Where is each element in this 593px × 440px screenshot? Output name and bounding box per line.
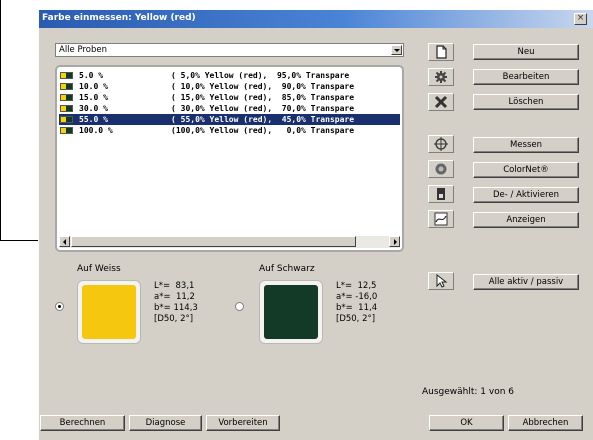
on-white-radio[interactable] bbox=[55, 302, 64, 311]
on-white-lab-values: L*= 83,1 a*= 11,2 b*= 114,3 [D50, 2°] bbox=[154, 281, 198, 324]
sample-swatch bbox=[60, 116, 73, 123]
sample-row[interactable]: 15.0 % ( 15,0% Yellow (red), 85,0% Transp… bbox=[59, 92, 400, 103]
dialog-titlebar: Farbe einmessen: Yellow (red) × bbox=[39, 10, 593, 28]
on-white-swatch bbox=[77, 280, 141, 344]
toggle-icon[interactable] bbox=[428, 185, 454, 203]
scroll-right-button[interactable] bbox=[389, 236, 400, 247]
sample-row[interactable]: 5.0 % ( 5,0% Yellow (red), 95,0% Transpar… bbox=[59, 70, 400, 81]
sample-description: ( 30,0% Yellow (red), 70,0% Transpare bbox=[171, 104, 355, 113]
sample-swatch bbox=[60, 83, 73, 90]
cursor-icon[interactable] bbox=[428, 272, 454, 290]
on-black-radio[interactable] bbox=[235, 302, 244, 311]
sample-swatch bbox=[60, 94, 73, 101]
sample-filter-select[interactable]: Alle Proben bbox=[55, 43, 404, 57]
close-button[interactable]: × bbox=[574, 13, 587, 25]
on-black-color bbox=[264, 285, 318, 339]
prepare-button[interactable]: Vorbereiten bbox=[206, 415, 280, 431]
sample-percent: 15.0 % bbox=[79, 93, 108, 102]
diagnose-button[interactable]: Diagnose bbox=[129, 415, 202, 431]
measure-button[interactable]: Messen bbox=[473, 137, 579, 153]
sample-description: ( 5,0% Yellow (red), 95,0% Transpare bbox=[171, 71, 350, 80]
delete-button[interactable]: Löschen bbox=[473, 94, 579, 110]
curve-chart-icon[interactable] bbox=[428, 210, 454, 228]
selection-status: Ausgewählt: 1 von 6 bbox=[422, 387, 515, 397]
calculate-button[interactable]: Berechnen bbox=[40, 415, 125, 431]
measure-color-dialog: Farbe einmessen: Yellow (red) × Alle Pro… bbox=[38, 10, 593, 440]
on-black-label: Auf Schwarz bbox=[259, 264, 315, 274]
sample-filter-value: Alle Proben bbox=[59, 45, 107, 55]
colornet-button[interactable]: ColorNet® bbox=[473, 162, 579, 178]
background-border-line bbox=[0, 0, 1, 240]
show-button[interactable]: Anzeigen bbox=[473, 212, 579, 228]
on-white-label: Auf Weiss bbox=[77, 264, 121, 274]
sample-description: (100,0% Yellow (red), 0,0% Transpare bbox=[171, 126, 355, 135]
sample-percent: 55.0 % bbox=[79, 115, 108, 124]
sample-percent: 5.0 % bbox=[79, 71, 104, 80]
cancel-button[interactable]: Abbrechen bbox=[508, 415, 583, 431]
background-border-line bbox=[0, 240, 38, 241]
on-white-color bbox=[82, 285, 136, 339]
edit-button[interactable]: Bearbeiten bbox=[473, 69, 579, 85]
sample-percent: 100.0 % bbox=[79, 126, 113, 135]
sample-list[interactable]: 5.0 % ( 5,0% Yellow (red), 95,0% Transpar… bbox=[55, 65, 404, 252]
sample-swatch bbox=[60, 105, 73, 112]
sample-percent: 10.0 % bbox=[79, 82, 108, 91]
sample-row[interactable]: 30.0 % ( 30,0% Yellow (red), 70,0% Transp… bbox=[59, 103, 400, 114]
sample-row[interactable]: 55.0 % ( 55,0% Yellow (red), 45,0% Transp… bbox=[59, 114, 400, 125]
all-active-passive-button[interactable]: Alle aktiv / passiv bbox=[473, 274, 579, 290]
sample-description: ( 10,0% Yellow (red), 90,0% Transpare bbox=[171, 82, 355, 91]
delete-x-icon[interactable] bbox=[428, 93, 454, 111]
dialog-title: Farbe einmessen: Yellow (red) bbox=[42, 13, 196, 23]
sample-row[interactable]: 100.0 % (100,0% Yellow (red), 0,0% Transp… bbox=[59, 125, 400, 136]
ok-button[interactable]: OK bbox=[429, 415, 504, 431]
on-black-swatch bbox=[259, 280, 323, 344]
new-document-icon[interactable] bbox=[428, 43, 454, 61]
sample-description: ( 15,0% Yellow (red), 85,0% Transpare bbox=[171, 93, 355, 102]
scroll-thumb[interactable] bbox=[71, 236, 356, 247]
gear-icon[interactable] bbox=[428, 68, 454, 86]
crosshair-icon[interactable] bbox=[428, 135, 454, 153]
sample-swatch bbox=[60, 72, 73, 79]
chevron-down-icon[interactable] bbox=[391, 45, 402, 55]
scroll-left-button[interactable] bbox=[59, 236, 70, 247]
on-black-lab-values: L*= 12,5 a*= -16,0 b*= 11,4 [D50, 2°] bbox=[336, 281, 378, 324]
sample-swatch bbox=[60, 127, 73, 134]
sample-row[interactable]: 10.0 % ( 10,0% Yellow (red), 90,0% Transp… bbox=[59, 81, 400, 92]
sample-description: ( 55,0% Yellow (red), 45,0% Transpare bbox=[171, 115, 355, 124]
colornet-icon[interactable] bbox=[428, 160, 454, 178]
sample-percent: 30.0 % bbox=[79, 104, 108, 113]
toggle-active-button[interactable]: De- / Aktivieren bbox=[473, 187, 579, 203]
new-button[interactable]: Neu bbox=[473, 44, 579, 60]
horizontal-scrollbar[interactable] bbox=[59, 236, 400, 248]
